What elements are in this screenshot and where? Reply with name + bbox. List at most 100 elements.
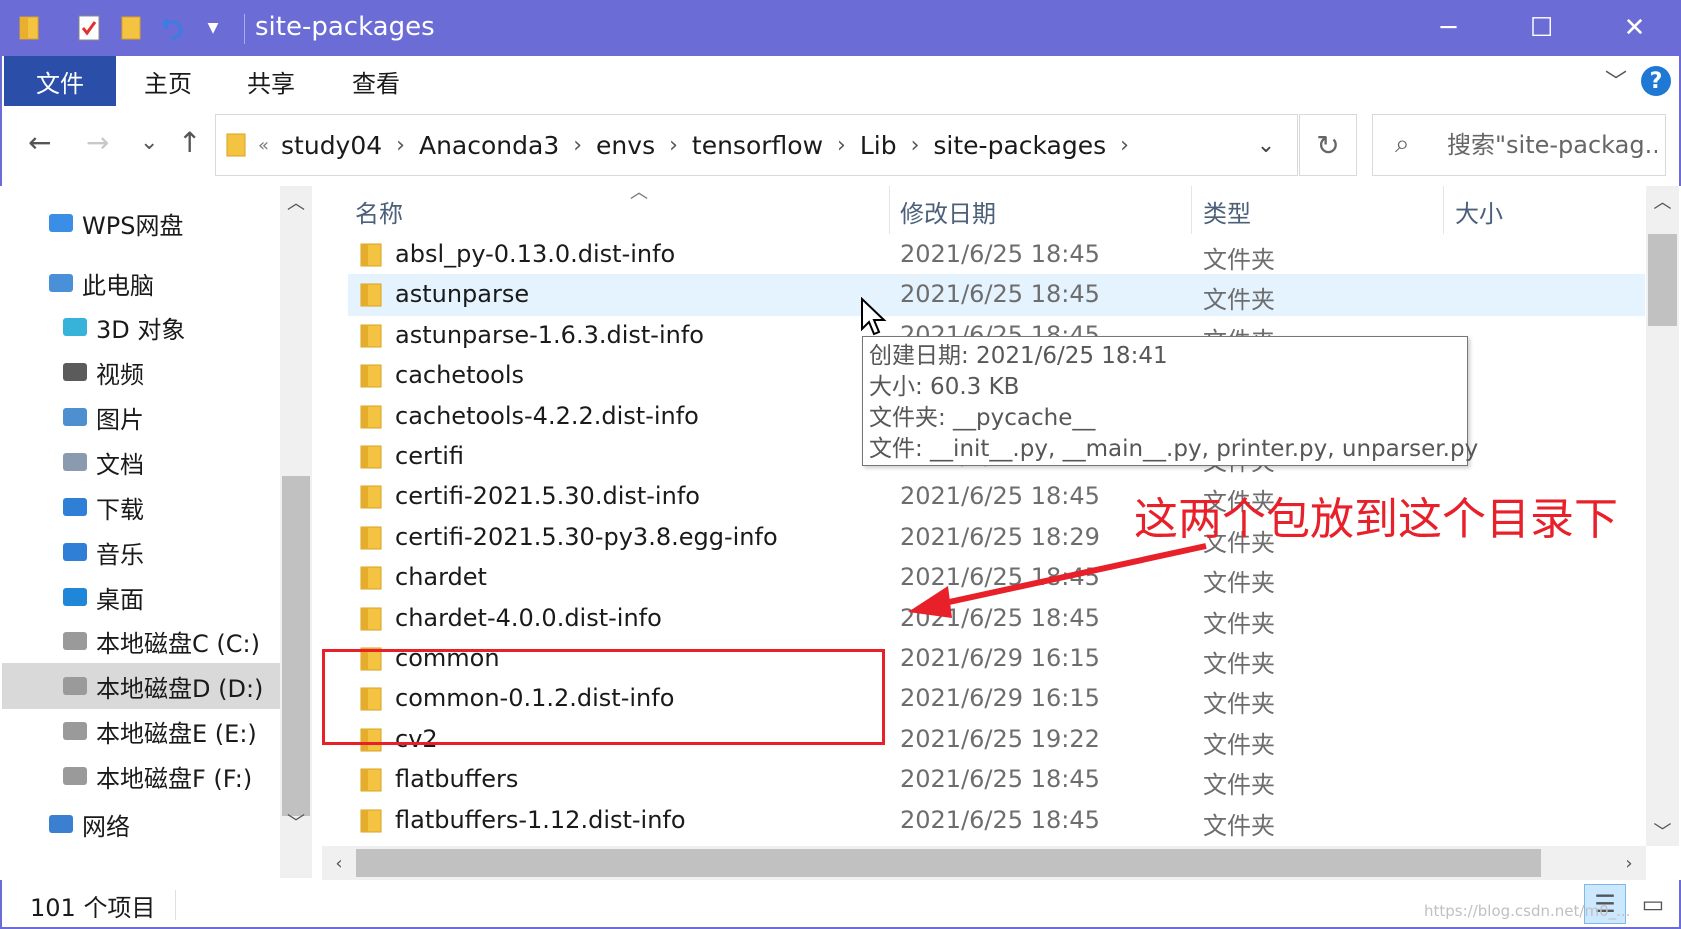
tab-view[interactable]: 查看: [340, 56, 412, 106]
title-separator: [244, 14, 245, 44]
ribbon-tabs: 文件 主页 共享 查看 ﹀ ?: [0, 56, 1681, 106]
file-list-vertical-scrollbar[interactable]: ︿ ﹀: [1646, 186, 1679, 846]
breadcrumb-study04[interactable]: study04: [281, 131, 382, 160]
file-row[interactable]: astunparse 2021/6/25 18:45 文件夹: [348, 274, 1645, 317]
close-button[interactable]: ✕: [1588, 0, 1681, 56]
document-icon: [60, 449, 90, 475]
folder-icon: [360, 484, 382, 510]
scrollbar-thumb[interactable]: [356, 849, 1541, 877]
breadcrumb-overflow[interactable]: «: [258, 135, 269, 156]
scroll-down-icon[interactable]: ﹀: [280, 806, 312, 838]
sidebar-item[interactable]: WPS网盘: [2, 200, 280, 246]
sidebar-item[interactable]: 本地磁盘F (F:): [2, 753, 280, 799]
sidebar-item[interactable]: 音乐: [2, 529, 280, 575]
file-type: 文件夹: [1203, 771, 1275, 800]
folder-icon: [14, 10, 44, 46]
sidebar-item[interactable]: 视频: [2, 349, 280, 395]
scroll-left-icon[interactable]: ‹: [322, 846, 356, 880]
sidebar-item[interactable]: 图片: [2, 394, 280, 440]
cloud-icon: [46, 210, 76, 236]
file-name: astunparse-1.6.3.dist-info: [395, 320, 704, 349]
file-row[interactable]: chardet 2021/6/25 18:45 文件夹: [318, 557, 1645, 599]
search-input[interactable]: [1447, 129, 1657, 161]
help-icon[interactable]: ?: [1641, 66, 1671, 96]
breadcrumb-envs[interactable]: envs: [596, 131, 655, 160]
scrollbar-thumb[interactable]: [282, 476, 310, 816]
scrollbar-thumb[interactable]: [1648, 234, 1677, 326]
sidebar-item-label: 文档: [96, 450, 144, 479]
column-divider[interactable]: [1191, 186, 1192, 234]
sidebar-scrollbar[interactable]: ︿ ﹀: [280, 186, 312, 878]
breadcrumb-tensorflow[interactable]: tensorflow: [692, 131, 823, 160]
column-size[interactable]: 大小: [1455, 194, 1503, 229]
chevron-right-icon[interactable]: ›: [573, 133, 582, 158]
maximize-button[interactable]: ☐: [1495, 0, 1588, 56]
column-divider[interactable]: [1443, 186, 1444, 234]
sidebar-item[interactable]: 下载: [2, 484, 280, 530]
folder-icon: [226, 132, 246, 158]
sidebar-item[interactable]: 此电脑: [2, 260, 280, 306]
sidebar-item[interactable]: 3D 对象: [2, 304, 280, 350]
column-type[interactable]: 类型: [1203, 194, 1251, 229]
chevron-right-icon[interactable]: ›: [837, 133, 846, 158]
file-list-horizontal-scrollbar[interactable]: ‹ ›: [322, 846, 1646, 880]
file-date: 2021/6/25 18:45: [900, 563, 1100, 592]
sidebar-item[interactable]: 文档: [2, 439, 280, 485]
sidebar-item[interactable]: 本地磁盘E (E:): [2, 708, 280, 754]
minimize-button[interactable]: ─: [1402, 0, 1495, 56]
chevron-right-icon[interactable]: ›: [396, 133, 405, 158]
file-row[interactable]: absl_py-0.13.0.dist-info 2021/6/25 18:45 文…: [318, 234, 1645, 276]
column-date[interactable]: 修改日期: [900, 194, 996, 229]
desktop-icon: [60, 584, 90, 610]
folder-icon: [360, 444, 382, 470]
refresh-button[interactable]: ↻: [1299, 114, 1357, 176]
chevron-down-icon[interactable]: ﹀: [1605, 64, 1627, 96]
search-box[interactable]: ⌕: [1372, 114, 1666, 176]
chevron-right-icon[interactable]: ›: [911, 133, 920, 158]
chevron-right-icon[interactable]: ›: [669, 133, 678, 158]
scroll-down-icon[interactable]: ﹀: [1646, 816, 1679, 846]
folder-icon: [360, 242, 382, 268]
customize-toolbar-icon[interactable]: ▼: [200, 10, 226, 46]
scroll-right-icon[interactable]: ›: [1612, 846, 1646, 880]
column-divider[interactable]: [889, 186, 890, 234]
sidebar-item[interactable]: 桌面: [2, 574, 280, 620]
up-button[interactable]: ↑: [178, 126, 201, 159]
folder-icon: [360, 404, 382, 430]
drive-icon: [60, 718, 90, 744]
status-separator: [175, 890, 176, 920]
new-folder-icon[interactable]: [114, 10, 148, 46]
sidebar-item[interactable]: 网络: [2, 801, 280, 847]
file-name: absl_py-0.13.0.dist-info: [395, 240, 676, 268]
tab-file[interactable]: 文件: [4, 56, 116, 106]
file-date: 2021/6/25 18:45: [900, 482, 1100, 511]
sidebar-item[interactable]: 本地磁盘D (D:): [2, 663, 280, 709]
file-name: cachetools-4.2.2.dist-info: [395, 401, 699, 430]
tab-home[interactable]: 主页: [132, 56, 204, 106]
sidebar-item[interactable]: 本地磁盘C (C:): [2, 618, 280, 664]
file-row[interactable]: chardet-4.0.0.dist-info 2021/6/25 18:45 文件…: [318, 598, 1645, 640]
search-icon: ⌕: [1395, 129, 1410, 159]
breadcrumb-site-packages[interactable]: site-packages: [933, 131, 1106, 160]
file-type: 文件夹: [1203, 811, 1275, 840]
file-date: 2021/6/25 18:45: [900, 280, 1100, 309]
breadcrumb-lib[interactable]: Lib: [860, 131, 897, 160]
breadcrumb-anaconda3[interactable]: Anaconda3: [419, 131, 559, 160]
large-icons-view-button[interactable]: ▭: [1632, 884, 1674, 924]
film-icon: [60, 359, 90, 385]
tooltip-files: 文件: __init__.py, __main__.py, printer.py…: [869, 436, 1479, 462]
chevron-right-icon[interactable]: ›: [1120, 133, 1129, 158]
recent-locations-button[interactable]: ⌄: [140, 130, 158, 155]
scroll-up-icon[interactable]: ︿: [1646, 186, 1679, 216]
back-button[interactable]: ←: [28, 126, 51, 159]
address-bar[interactable]: « study04 › Anaconda3 › envs › tensorflo…: [215, 114, 1298, 176]
undo-icon[interactable]: [156, 10, 190, 46]
file-row[interactable]: flatbuffers-1.12.dist-info 2021/6/25 18:4…: [318, 800, 1645, 842]
column-name[interactable]: 名称: [355, 194, 403, 229]
file-row[interactable]: flatbuffers 2021/6/25 18:45 文件夹: [318, 759, 1645, 801]
tab-share[interactable]: 共享: [235, 56, 307, 106]
properties-icon[interactable]: [72, 10, 106, 46]
address-dropdown-button[interactable]: ⌄: [1235, 115, 1297, 175]
forward-button[interactable]: →: [86, 126, 109, 159]
scroll-up-icon[interactable]: ︿: [280, 186, 312, 218]
